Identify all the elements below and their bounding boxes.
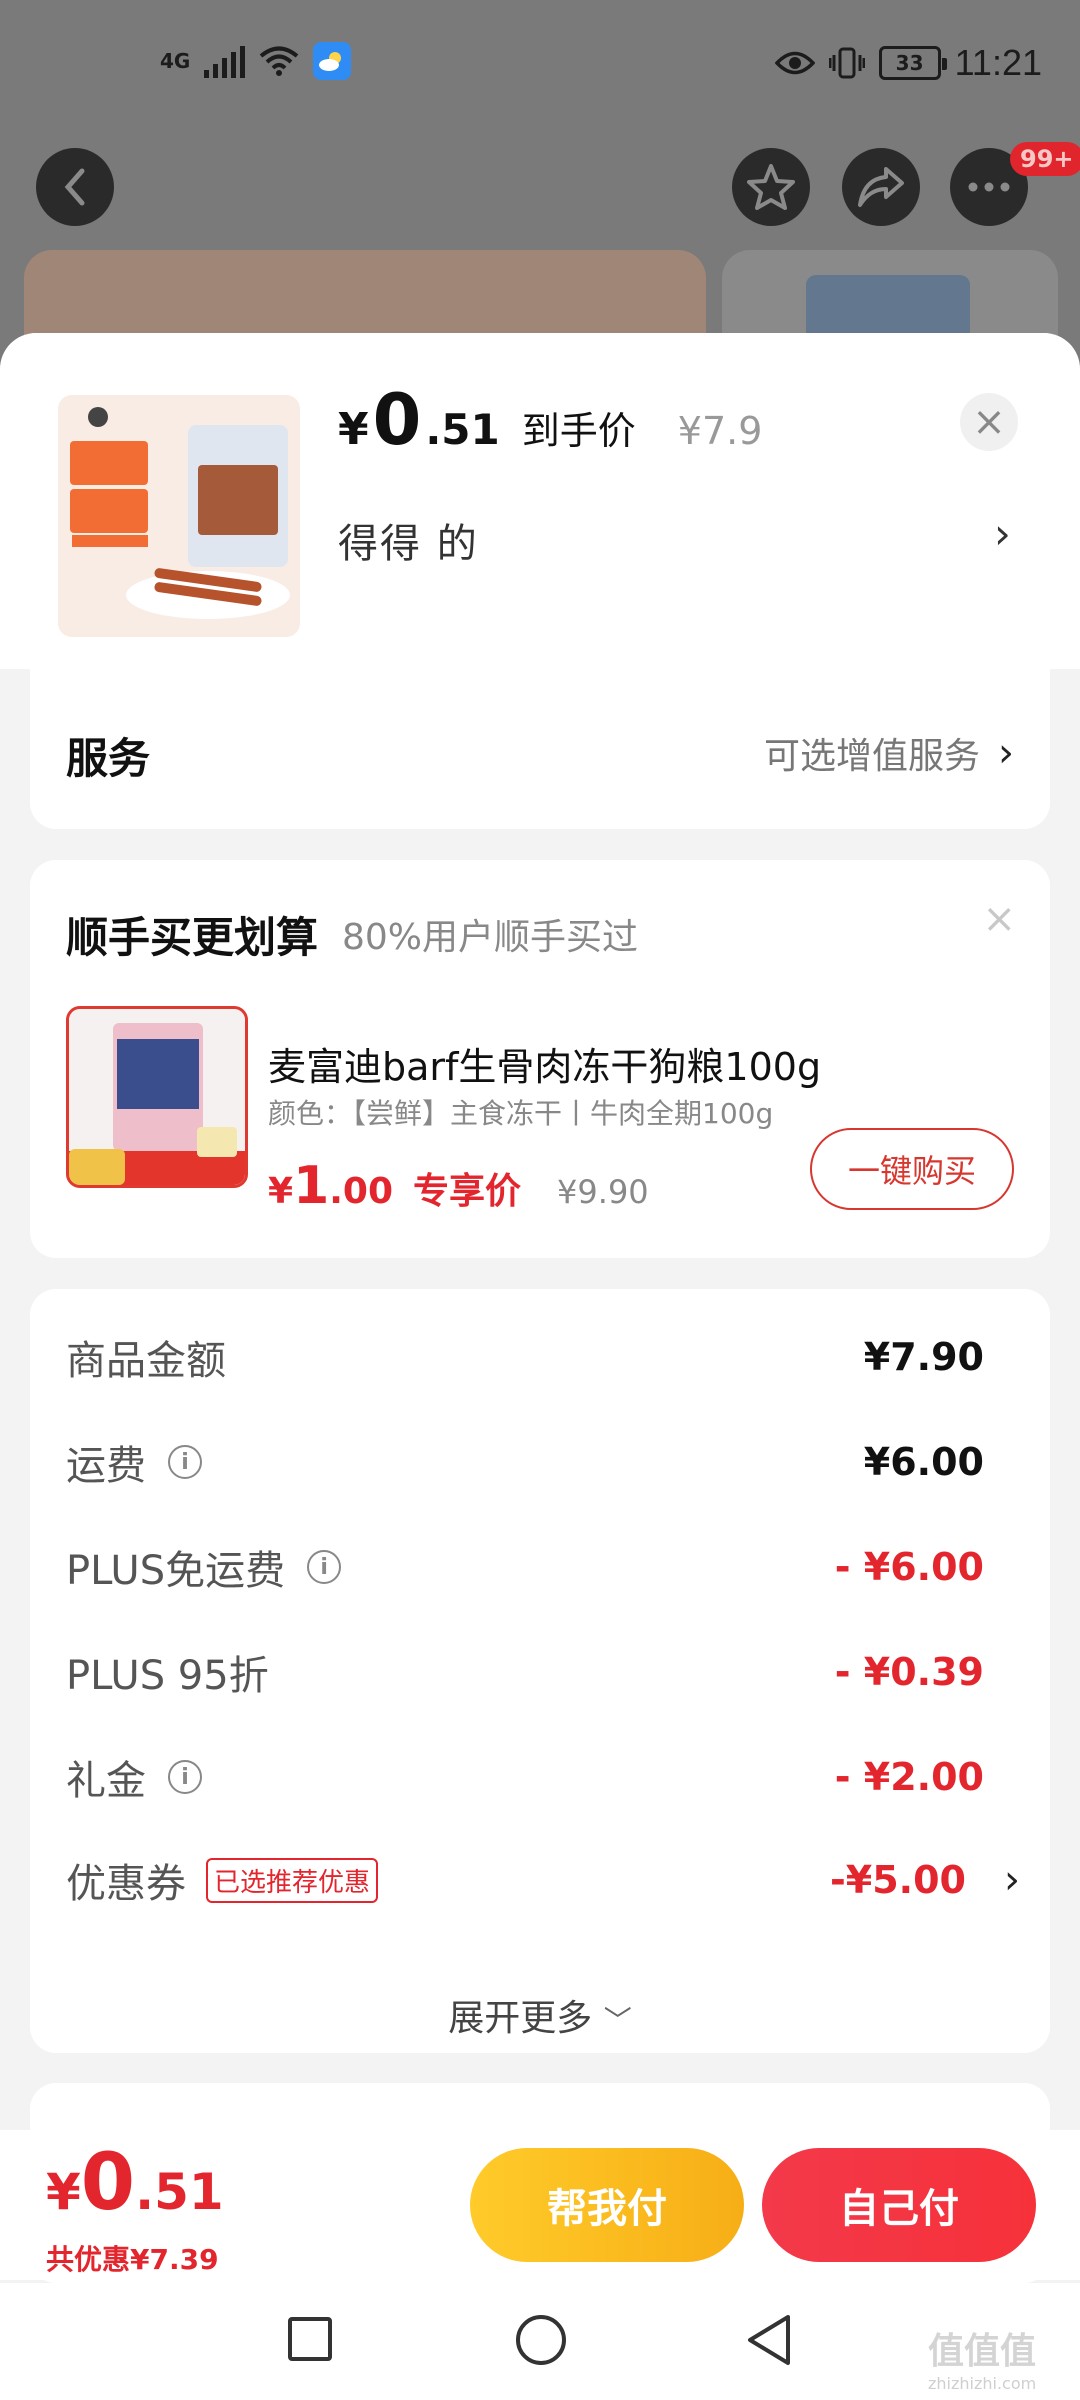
service-hint: 可选增值服务	[763, 736, 980, 777]
price-decimal: .51	[425, 405, 500, 454]
back-button[interactable]	[36, 148, 114, 226]
home-icon[interactable]	[516, 2315, 566, 2365]
info-icon[interactable]: i	[168, 1760, 202, 1794]
chevron-down-icon: ﹀	[603, 2004, 632, 2037]
vibrate-icon	[828, 47, 865, 79]
price-label: 到手价	[521, 409, 636, 453]
bundle-price-integer: 1	[293, 1156, 330, 1216]
summary-row: 礼金 i - ¥2.00	[66, 1747, 1020, 1807]
summary-value: ¥7.90	[863, 1335, 984, 1379]
service-title: 服务	[66, 734, 151, 783]
bundle-item-name[interactable]: 麦富迪barf生骨肉冻干狗粮100g	[268, 1036, 821, 1091]
watermark-text: 值值值	[928, 2331, 1037, 2372]
share-icon	[858, 167, 904, 207]
checkout-bar: ¥ 0 .51 共优惠¥7.39 帮我付 自己付	[0, 2130, 1080, 2280]
network-type: 4G	[160, 49, 191, 73]
bundle-item-color: 颜色：【尝鲜】主食冻干丨牛肉全期100g	[268, 1097, 774, 1130]
bundle-card: 顺手买更划算 80%用户顺手买过 × 麦富迪barf生骨肉冻干狗粮100g 颜色…	[30, 860, 1050, 1258]
purchase-sheet: ¥ 0 .51 到手价 ¥7.9 × 得得 的 › 服务 可选增值服务 › 顺手…	[0, 333, 1080, 2283]
favorite-button[interactable]	[732, 148, 810, 226]
bundle-price-decimal: .00	[329, 1171, 394, 1212]
bundle-title: 顺手买更划算	[66, 913, 319, 962]
chevron-right-icon: ›	[998, 730, 1014, 776]
clock: 11:21	[954, 42, 1042, 83]
expand-more-button[interactable]: 展开更多 ﹀	[30, 1989, 1050, 2041]
close-icon[interactable]: ×	[982, 896, 1016, 942]
total-integer: 0	[80, 2138, 136, 2228]
total-saving: 共优惠¥7.39	[46, 2243, 219, 2276]
chevron-left-icon	[64, 168, 85, 206]
summary-label: 运费	[66, 1443, 146, 1489]
notification-badge: 99+	[1010, 142, 1080, 176]
info-icon[interactable]: i	[168, 1445, 202, 1479]
bundle-subtitle: 80%用户顺手买过	[342, 917, 639, 958]
star-icon	[747, 164, 795, 210]
summary-label: 商品金额	[66, 1338, 226, 1384]
service-card[interactable]: 服务 可选增值服务 ›	[30, 669, 1050, 829]
status-right: 33 11:21	[774, 42, 1042, 84]
summary-label: 优惠券	[66, 1861, 186, 1907]
battery-icon: 33	[878, 46, 947, 80]
status-bar: 4G 33 11:21	[0, 0, 1080, 130]
eye-icon	[774, 51, 815, 75]
summary-row: PLUS免运费 i - ¥6.00	[66, 1537, 1020, 1597]
bundle-original-price: ¥9.90	[557, 1173, 649, 1211]
summary-label: PLUS 95折	[66, 1653, 269, 1699]
summary-value: - ¥0.39	[834, 1650, 984, 1694]
summary-label: 礼金	[66, 1758, 146, 1804]
close-icon: ×	[972, 399, 1006, 445]
coupon-row[interactable]: 优惠券 已选推荐优惠 -¥5.00 ›	[66, 1850, 1020, 1910]
one-click-buy-button[interactable]: 一键购买	[810, 1128, 1014, 1210]
coupon-tag: 已选推荐优惠	[206, 1857, 379, 1903]
bundle-product-image[interactable]	[66, 1006, 248, 1188]
order-summary-card: 商品金额 ¥7.90 运费 i ¥6.00 PLUS免运费 i - ¥6.00 …	[30, 1289, 1050, 2053]
wifi-icon	[260, 46, 299, 76]
spec-selector[interactable]: 得得 的	[338, 511, 479, 569]
total-decimal: .51	[135, 2163, 224, 2221]
price-integer: 0	[372, 379, 422, 461]
summary-value: - ¥6.00	[834, 1545, 984, 1589]
more-dots-icon	[968, 182, 1010, 192]
summary-label: PLUS免运费	[66, 1548, 286, 1594]
close-button[interactable]: ×	[960, 393, 1018, 451]
product-image[interactable]	[58, 395, 300, 637]
original-price: ¥7.9	[677, 409, 763, 453]
bundle-price-label: 专享价	[413, 1171, 522, 1212]
sheet-header: ¥ 0 .51 到手价 ¥7.9 × 得得 的 ›	[0, 333, 1080, 669]
chevron-right-icon: ›	[1004, 1857, 1020, 1903]
status-left: 4G	[160, 42, 352, 80]
summary-row: PLUS 95折 - ¥0.39	[66, 1642, 1020, 1702]
summary-value: ¥6.00	[863, 1440, 984, 1484]
expand-more-label: 展开更多	[448, 1998, 593, 2039]
price-line: ¥ 0 .51 到手价 ¥7.9	[338, 385, 762, 455]
total-price: ¥ 0 .51	[46, 2144, 224, 2222]
summary-row: 运费 i ¥6.00	[66, 1432, 1020, 1492]
share-button[interactable]	[842, 148, 920, 226]
signal-icon	[204, 44, 246, 78]
price-currency: ¥	[338, 404, 369, 455]
summary-value: -¥5.00	[830, 1858, 966, 1902]
info-icon[interactable]: i	[307, 1550, 342, 1584]
summary-row: 商品金额 ¥7.90	[66, 1327, 1020, 1387]
total-currency: ¥	[46, 2163, 81, 2221]
battery-level: 33	[895, 51, 924, 75]
back-triangle-icon[interactable]	[744, 2313, 794, 2367]
bundle-price-currency: ¥	[268, 1171, 294, 1212]
system-nav-bar	[0, 2283, 1080, 2400]
recent-apps-icon[interactable]	[288, 2317, 332, 2361]
help-me-pay-button[interactable]: 帮我付	[470, 2148, 744, 2262]
summary-value: - ¥2.00	[834, 1755, 984, 1799]
chevron-right-icon[interactable]: ›	[994, 509, 1011, 558]
watermark-url: zhizhizhi.com	[928, 2374, 1037, 2393]
pay-myself-button[interactable]: 自己付	[762, 2148, 1036, 2262]
weather-app-icon	[313, 42, 352, 80]
service-selector[interactable]: 可选增值服务 ›	[764, 727, 1014, 779]
bundle-price: ¥ 1 .00 专享价 ¥9.90	[268, 1160, 649, 1214]
watermark: 值值值 zhizhizhi.com	[928, 2322, 1036, 2393]
